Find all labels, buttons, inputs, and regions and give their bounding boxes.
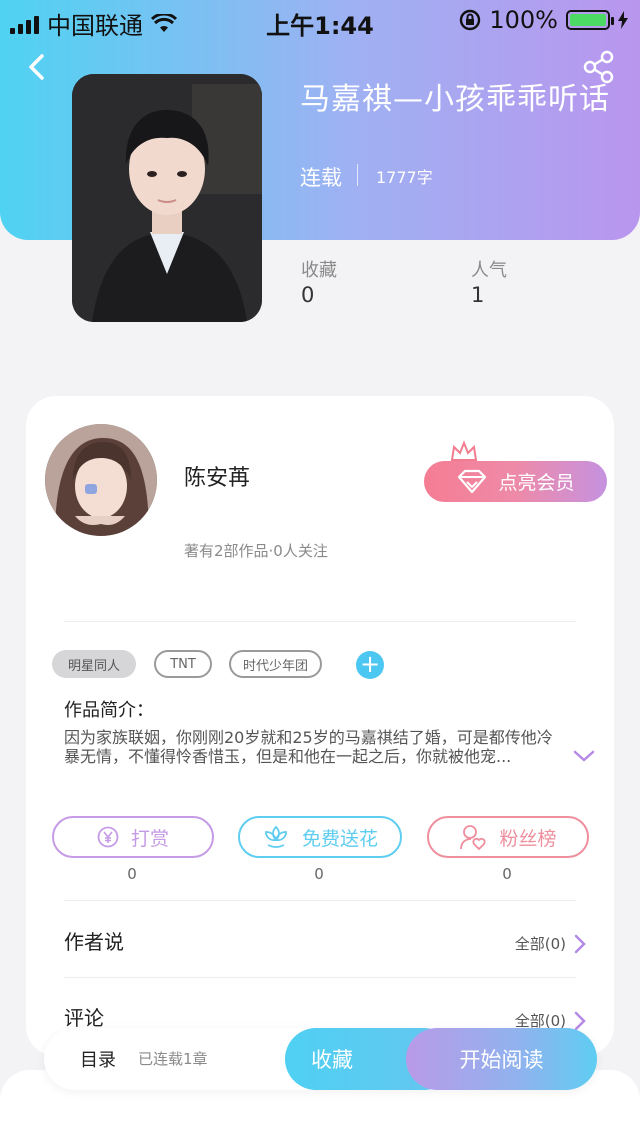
tag-item[interactable]: TNT (154, 650, 212, 678)
fan-rank-label: 粉丝榜 (499, 827, 557, 850)
flower-count: 0 (314, 865, 324, 883)
back-icon[interactable] (22, 52, 52, 82)
yen-icon (97, 826, 119, 848)
stat-popularity-label: 人气 (471, 260, 507, 281)
add-tag-button[interactable]: + (356, 651, 384, 679)
author-says-all[interactable]: 全部(0) (515, 933, 586, 954)
author-avatar[interactable] (45, 424, 157, 536)
tag-item[interactable]: 时代少年团 (229, 650, 322, 678)
reward-button[interactable]: 打赏 (52, 816, 214, 858)
tag-item[interactable]: 明星同人 (52, 650, 136, 678)
stat-popularity-value: 1 (471, 283, 485, 307)
send-flower-label: 免费送花 (301, 827, 378, 850)
reward-count: 0 (127, 865, 137, 883)
author-says-count: 全部(0) (514, 935, 566, 953)
title-divider (357, 164, 358, 186)
comments-label[interactable]: 评论 (64, 1002, 104, 1031)
section-divider (64, 621, 576, 622)
word-count: 1777字 (376, 168, 433, 187)
author-meta: 著有2部作品·0人关注 (184, 542, 328, 560)
vip-button[interactable]: 点亮会员 (424, 461, 607, 502)
start-reading-button[interactable]: 开始阅读 (406, 1028, 597, 1090)
chapter-count: 已连载1章 (138, 1050, 208, 1068)
author-name[interactable]: 陈安苒 (184, 460, 250, 492)
rotation-lock-icon (460, 9, 481, 31)
section-divider (64, 977, 576, 978)
start-reading-label: 开始阅读 (459, 1048, 544, 1072)
intro-text: 因为家族联姻，你刚刚20岁就和25岁的马嘉祺结了婚，可是都传他冷暴无情，不懂得怜… (64, 728, 553, 766)
toc-button[interactable]: 目录 (80, 1046, 116, 1072)
flower-icon (265, 825, 287, 848)
author-says-label[interactable]: 作者说 (64, 926, 124, 955)
section-divider (64, 900, 576, 901)
book-title: 马嘉祺—小孩乖乖听话 (300, 82, 610, 117)
send-flower-button[interactable]: 免费送花 (238, 816, 402, 858)
battery-icon (566, 10, 614, 30)
user-heart-icon (460, 825, 487, 851)
charging-icon (618, 11, 628, 29)
battery-percent: 100% (489, 6, 558, 34)
book-cover-image[interactable] (72, 74, 262, 322)
collect-label: 收藏 (311, 1048, 353, 1072)
chevron-right-icon (574, 1011, 586, 1030)
status-bar: 中国联通 上午1:44 100% (0, 0, 640, 40)
intro-heading: 作品简介： (64, 700, 154, 721)
chevron-down-icon[interactable] (572, 748, 596, 764)
stat-collect-value: 0 (301, 283, 315, 307)
status-right: 100% (459, 6, 628, 34)
vip-label: 点亮会员 (498, 472, 575, 494)
fan-rank-button[interactable]: 粉丝榜 (427, 816, 589, 858)
serial-status: 连载 (300, 166, 342, 190)
stat-collect-label: 收藏 (301, 260, 337, 281)
chevron-right-icon (574, 934, 586, 953)
reward-label: 打赏 (130, 827, 169, 850)
fan-count: 0 (502, 865, 512, 883)
diamond-icon (458, 469, 487, 493)
